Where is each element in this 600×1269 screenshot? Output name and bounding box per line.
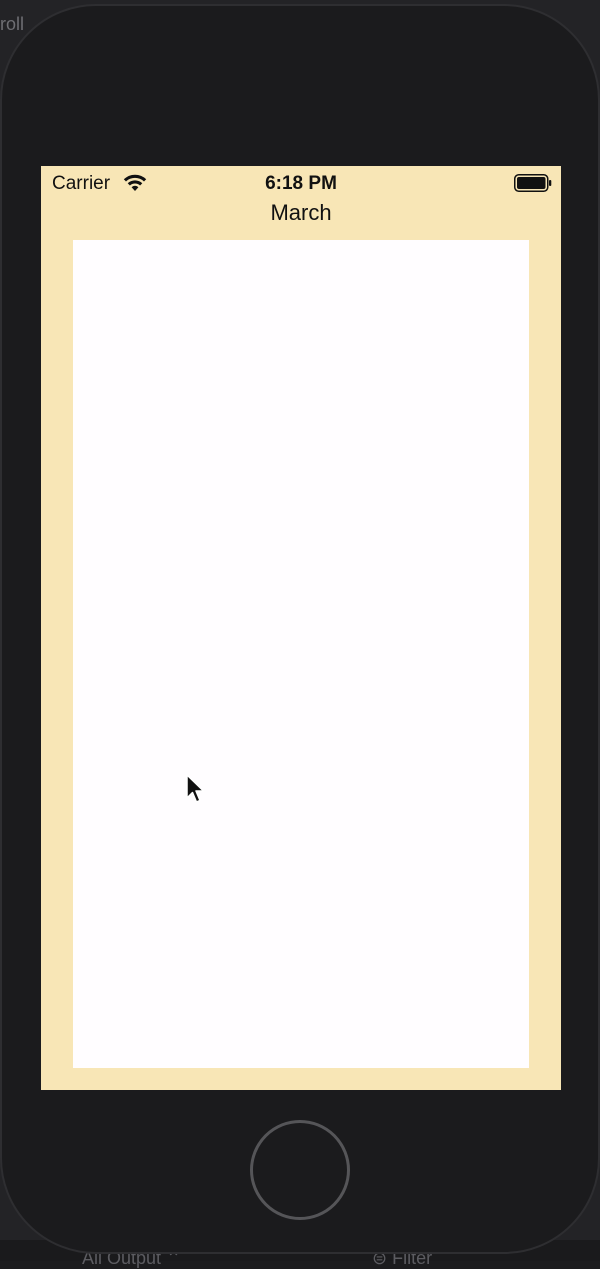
battery-icon xyxy=(514,174,552,192)
page-title: March xyxy=(270,200,332,225)
app-screen: Carrier 6:18 PM March xyxy=(41,166,561,1090)
status-bar: Carrier 6:18 PM xyxy=(41,166,561,200)
content-area[interactable] xyxy=(73,240,529,1068)
status-time: 6:18 PM xyxy=(265,173,337,194)
home-button[interactable] xyxy=(250,1120,350,1220)
mouse-cursor-icon xyxy=(186,774,205,803)
